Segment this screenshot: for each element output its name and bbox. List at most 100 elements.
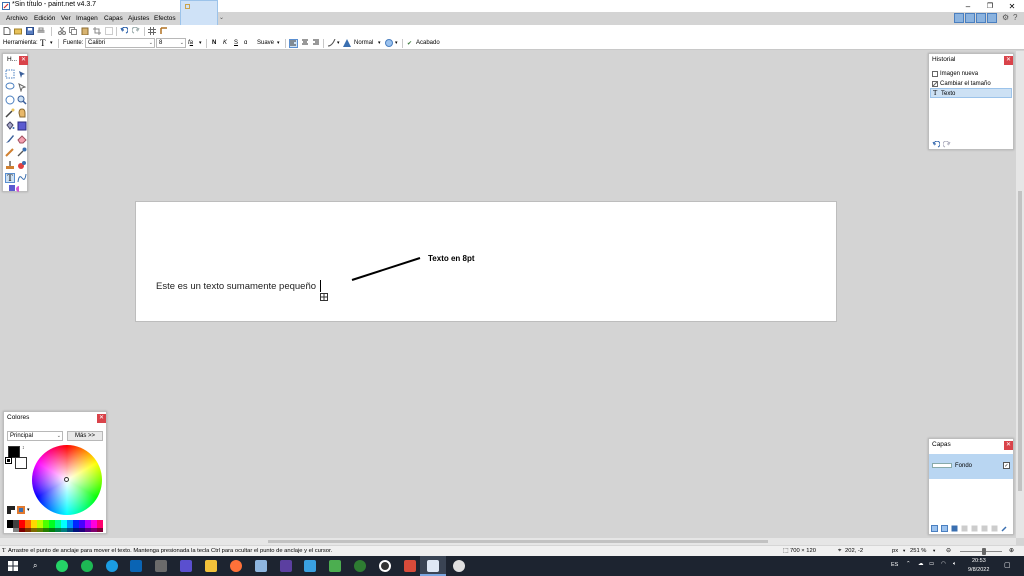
font-style-icon[interactable]: fa	[188, 40, 193, 46]
layer-row-fondo[interactable]: Fondo ✓	[929, 454, 1013, 479]
vertical-scrollbar[interactable]	[1016, 51, 1024, 538]
hs-app-icon[interactable]	[354, 560, 366, 572]
firefox-icon[interactable]	[230, 560, 242, 572]
volume-icon[interactable]: 🔈︎	[953, 561, 956, 568]
horizontal-scrollbar[interactable]	[0, 538, 1016, 545]
image-canvas[interactable]	[135, 201, 837, 322]
vertical-scroll-thumb[interactable]	[1018, 191, 1022, 491]
pencil-icon[interactable]	[5, 147, 15, 157]
tray-chevron-icon[interactable]: ⌃	[906, 561, 911, 567]
merge-layer-icon[interactable]	[961, 525, 968, 532]
battery-icon[interactable]: ▭	[929, 561, 934, 567]
zoom-icon[interactable]	[17, 95, 27, 105]
color-mode-select[interactable]: Principal ⌄	[7, 431, 63, 441]
clock-date[interactable]: 9/8/2022	[968, 567, 989, 573]
menu-efectos[interactable]: Efectos	[154, 15, 176, 22]
text-tool-icon[interactable]: T	[5, 173, 15, 183]
paintnet-taskbar-button[interactable]	[420, 556, 446, 576]
menu-ajustes[interactable]: Ajustes	[128, 15, 149, 22]
history-toggle-icon[interactable]	[965, 13, 975, 23]
font-family-select[interactable]: Calibri ⌄	[85, 38, 155, 48]
grid-icon[interactable]	[148, 27, 156, 35]
vm-app-icon[interactable]	[255, 560, 267, 572]
more-colors-button[interactable]: Más >>	[67, 431, 103, 441]
file-explorer-icon[interactable]	[205, 560, 217, 572]
history-close-button[interactable]: ✕	[1004, 56, 1013, 65]
restore-button[interactable]: ❐	[979, 0, 1001, 12]
crop-to-selection-icon[interactable]	[93, 27, 101, 35]
outlook-icon[interactable]	[130, 560, 142, 572]
lasso-select-icon[interactable]	[5, 82, 15, 92]
move-selected-icon[interactable]	[17, 69, 27, 79]
antialias-icon[interactable]: ɑ	[244, 40, 247, 46]
blend-dropdown-icon[interactable]: ▾	[378, 40, 381, 46]
antialias-select[interactable]: Suave	[257, 40, 274, 46]
help-icon[interactable]: ?	[1013, 13, 1017, 22]
settings-gear-icon[interactable]: ⚙	[1002, 13, 1009, 22]
text-tool-icon[interactable]: T	[40, 38, 46, 48]
palette-options-icon[interactable]	[17, 506, 25, 514]
zoom-in-icon[interactable]: ⊕	[1009, 548, 1014, 554]
language-indicator[interactable]: ES	[891, 562, 898, 568]
inkscape-icon[interactable]	[453, 560, 465, 572]
edge-icon[interactable]	[106, 560, 118, 572]
canvas-text[interactable]: Este es un texto sumamente pequeño	[156, 281, 316, 292]
horizontal-scroll-thumb[interactable]	[268, 540, 768, 543]
history-item[interactable]: Imagen nueva	[930, 69, 1012, 79]
antialiasing-curve-icon[interactable]	[328, 39, 336, 47]
selection-dropdown-icon[interactable]: ▾	[395, 40, 398, 46]
antialiasing-dropdown-icon[interactable]: ▾	[337, 40, 340, 46]
menu-edicion[interactable]: Edición	[34, 15, 55, 22]
paint-bucket-icon[interactable]	[5, 121, 15, 131]
cut-icon[interactable]	[58, 27, 66, 35]
chat-app-icon[interactable]	[304, 560, 316, 572]
units-select[interactable]: px	[892, 548, 898, 554]
add-layer-icon[interactable]	[931, 525, 938, 532]
capture-app-icon[interactable]	[280, 560, 292, 572]
close-button[interactable]: ✕	[1001, 0, 1023, 12]
magic-wand-icon[interactable]	[5, 108, 15, 118]
palette-icon[interactable]	[7, 506, 15, 514]
move-layer-up-icon[interactable]	[971, 525, 978, 532]
colors-toggle-icon[interactable]	[987, 13, 997, 23]
finish-button[interactable]: Acabado	[416, 40, 440, 46]
tool-dropdown-icon[interactable]: ▾	[50, 40, 53, 46]
layer-properties-icon[interactable]	[991, 525, 998, 532]
delete-layer-icon[interactable]	[941, 525, 948, 532]
font-size-select[interactable]: 8 ⌄	[156, 38, 186, 48]
tools-toggle-icon[interactable]	[954, 13, 964, 23]
move-layer-down-icon[interactable]	[981, 525, 988, 532]
zoom-slider-thumb[interactable]	[982, 548, 986, 555]
align-center-icon[interactable]	[301, 39, 309, 47]
wifi-icon[interactable]: ◠	[941, 561, 946, 567]
primary-color-swatch[interactable]	[8, 446, 20, 458]
open-folder-icon[interactable]	[14, 27, 22, 35]
layers-close-button[interactable]: ✕	[1004, 441, 1013, 450]
font-style-dropdown-icon[interactable]: ▾	[199, 40, 202, 46]
cards-app-icon[interactable]	[404, 560, 416, 572]
color-wheel[interactable]	[32, 445, 102, 515]
tools-close-button[interactable]: ✕	[19, 56, 28, 65]
blend-mode-icon[interactable]	[343, 39, 351, 47]
zoom-dropdown-icon[interactable]: ▾	[933, 548, 935, 554]
italic-button[interactable]: K	[223, 40, 227, 46]
palette-swatches-row2[interactable]	[7, 528, 103, 532]
paintbrush-icon[interactable]	[5, 134, 15, 144]
save-icon[interactable]	[26, 27, 34, 35]
move-anchor-icon[interactable]	[320, 293, 328, 301]
clone-stamp-icon[interactable]	[5, 160, 15, 170]
palette-dropdown-icon[interactable]: ▾	[27, 507, 30, 513]
line-curve-icon[interactable]	[17, 173, 27, 183]
align-right-icon[interactable]	[312, 39, 320, 47]
layer-visibility-checkbox[interactable]: ✓	[1003, 462, 1010, 469]
eraser-icon[interactable]	[17, 134, 27, 144]
print-icon[interactable]	[37, 27, 45, 35]
ruler-icon[interactable]	[160, 27, 168, 35]
menu-ver[interactable]: Ver	[61, 15, 71, 22]
thumbnail-dropdown-icon[interactable]: ⌄	[219, 14, 224, 21]
minimize-button[interactable]: –	[957, 0, 979, 12]
swap-colors-icon[interactable]: ↕	[22, 445, 25, 451]
rectangle-select-icon[interactable]	[5, 69, 15, 79]
wrench-icon[interactable]	[1001, 525, 1008, 532]
bold-button[interactable]: N	[212, 40, 216, 46]
